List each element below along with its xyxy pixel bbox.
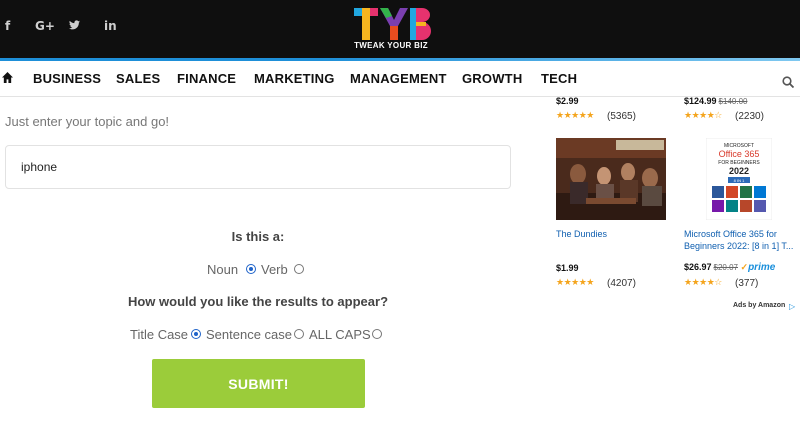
ad-item1-title[interactable]: The Dundies <box>556 228 607 240</box>
option-verb-label: Verb <box>261 262 288 277</box>
noun-radio[interactable] <box>246 264 256 274</box>
nav-item-tech[interactable]: TECH <box>541 71 577 86</box>
ad-item2-title-line1: Microsoft Office 365 for <box>684 229 777 239</box>
logo-tagline: TWEAK YOUR BIZ <box>354 41 428 50</box>
ad-top-right-old-price: $140.00 <box>718 97 748 106</box>
main-nav: BUSINESS SALES FINANCE MARKETING MANAGEM… <box>0 61 800 97</box>
sentence-case-radio[interactable] <box>294 329 304 339</box>
option-all-caps-label: ALL CAPS <box>309 327 371 342</box>
all-caps-radio[interactable] <box>372 329 382 339</box>
ad-item2-price-row: $26.97 $20.07 ✓prime <box>684 262 775 273</box>
ad-item2-title-line2: Beginners 2022: [8 in 1] T... <box>684 241 794 251</box>
nav-item-marketing[interactable]: MARKETING <box>254 71 335 86</box>
word-type-question: Is this a: <box>231 229 285 244</box>
prime-badge: prime <box>748 262 776 273</box>
search-icon[interactable] <box>782 76 794 88</box>
ads-by-amazon[interactable]: Ads by Amazon <box>733 302 785 309</box>
cover-badge: 8 IN 1 <box>734 178 745 183</box>
ad-item2-price: $26.97 <box>684 262 712 272</box>
ad-top-left-reviews[interactable]: (5365) <box>607 111 636 122</box>
title-case-radio[interactable] <box>191 329 201 339</box>
ad-item2-stars: ★★★★☆ <box>684 278 722 288</box>
office-365-book-cover[interactable]: MICROSOFT Office 365 FOR BEGINNERS 2022 … <box>705 137 773 221</box>
ad-choices-icon[interactable]: ▷ <box>789 302 795 311</box>
ad-top-left-stars: ★★★★★ <box>556 111 594 121</box>
top-bar: f G+ in TWEAK YOUR BIZ <box>0 0 800 58</box>
cover-line-2: Office 365 <box>719 149 760 159</box>
the-dundies-thumbnail[interactable] <box>556 138 666 220</box>
submit-button[interactable]: SUBMIT! <box>152 359 365 408</box>
ad-item1-price: $1.99 <box>556 263 579 273</box>
ad-item2-title[interactable]: Microsoft Office 365 for Beginners 2022:… <box>684 228 793 252</box>
ad-item1-reviews[interactable]: (4207) <box>607 278 636 289</box>
case-style-question: How would you like the results to appear… <box>127 294 389 309</box>
ad-item2-reviews[interactable]: (377) <box>735 278 758 289</box>
nav-item-management[interactable]: MANAGEMENT <box>350 71 447 86</box>
intro-text: Just enter your topic and go! <box>5 114 170 129</box>
linkedin-icon[interactable]: in <box>104 19 117 33</box>
option-title-case-label: Title Case <box>130 327 189 342</box>
topic-input[interactable] <box>5 145 511 189</box>
verb-radio[interactable] <box>294 264 304 274</box>
ad-top-right-price: $124.99 $140.00 <box>684 96 747 106</box>
prime-check-icon: ✓ <box>740 262 749 272</box>
ad-item1-stars: ★★★★★ <box>556 278 594 288</box>
option-sentence-case-label: Sentence case <box>206 327 293 342</box>
nav-item-sales[interactable]: SALES <box>116 71 160 86</box>
ad-top-right-price-value: $124.99 <box>684 96 717 106</box>
option-noun-label: Noun <box>207 262 239 277</box>
facebook-icon[interactable]: f <box>5 19 10 33</box>
ad-top-left-price: $2.99 <box>556 96 579 106</box>
nav-item-business[interactable]: BUSINESS <box>33 71 101 86</box>
ad-top-right-stars: ★★★★☆ <box>684 111 722 121</box>
home-icon[interactable] <box>2 72 13 83</box>
cover-year: 2022 <box>729 166 749 176</box>
ad-item2-old-price: $20.07 <box>713 263 738 272</box>
google-plus-icon[interactable]: G+ <box>35 19 55 33</box>
ad-top-right-reviews[interactable]: (2230) <box>735 111 764 122</box>
nav-item-finance[interactable]: FINANCE <box>177 71 236 86</box>
twitter-icon[interactable] <box>69 19 80 33</box>
nav-item-growth[interactable]: GROWTH <box>462 71 522 86</box>
